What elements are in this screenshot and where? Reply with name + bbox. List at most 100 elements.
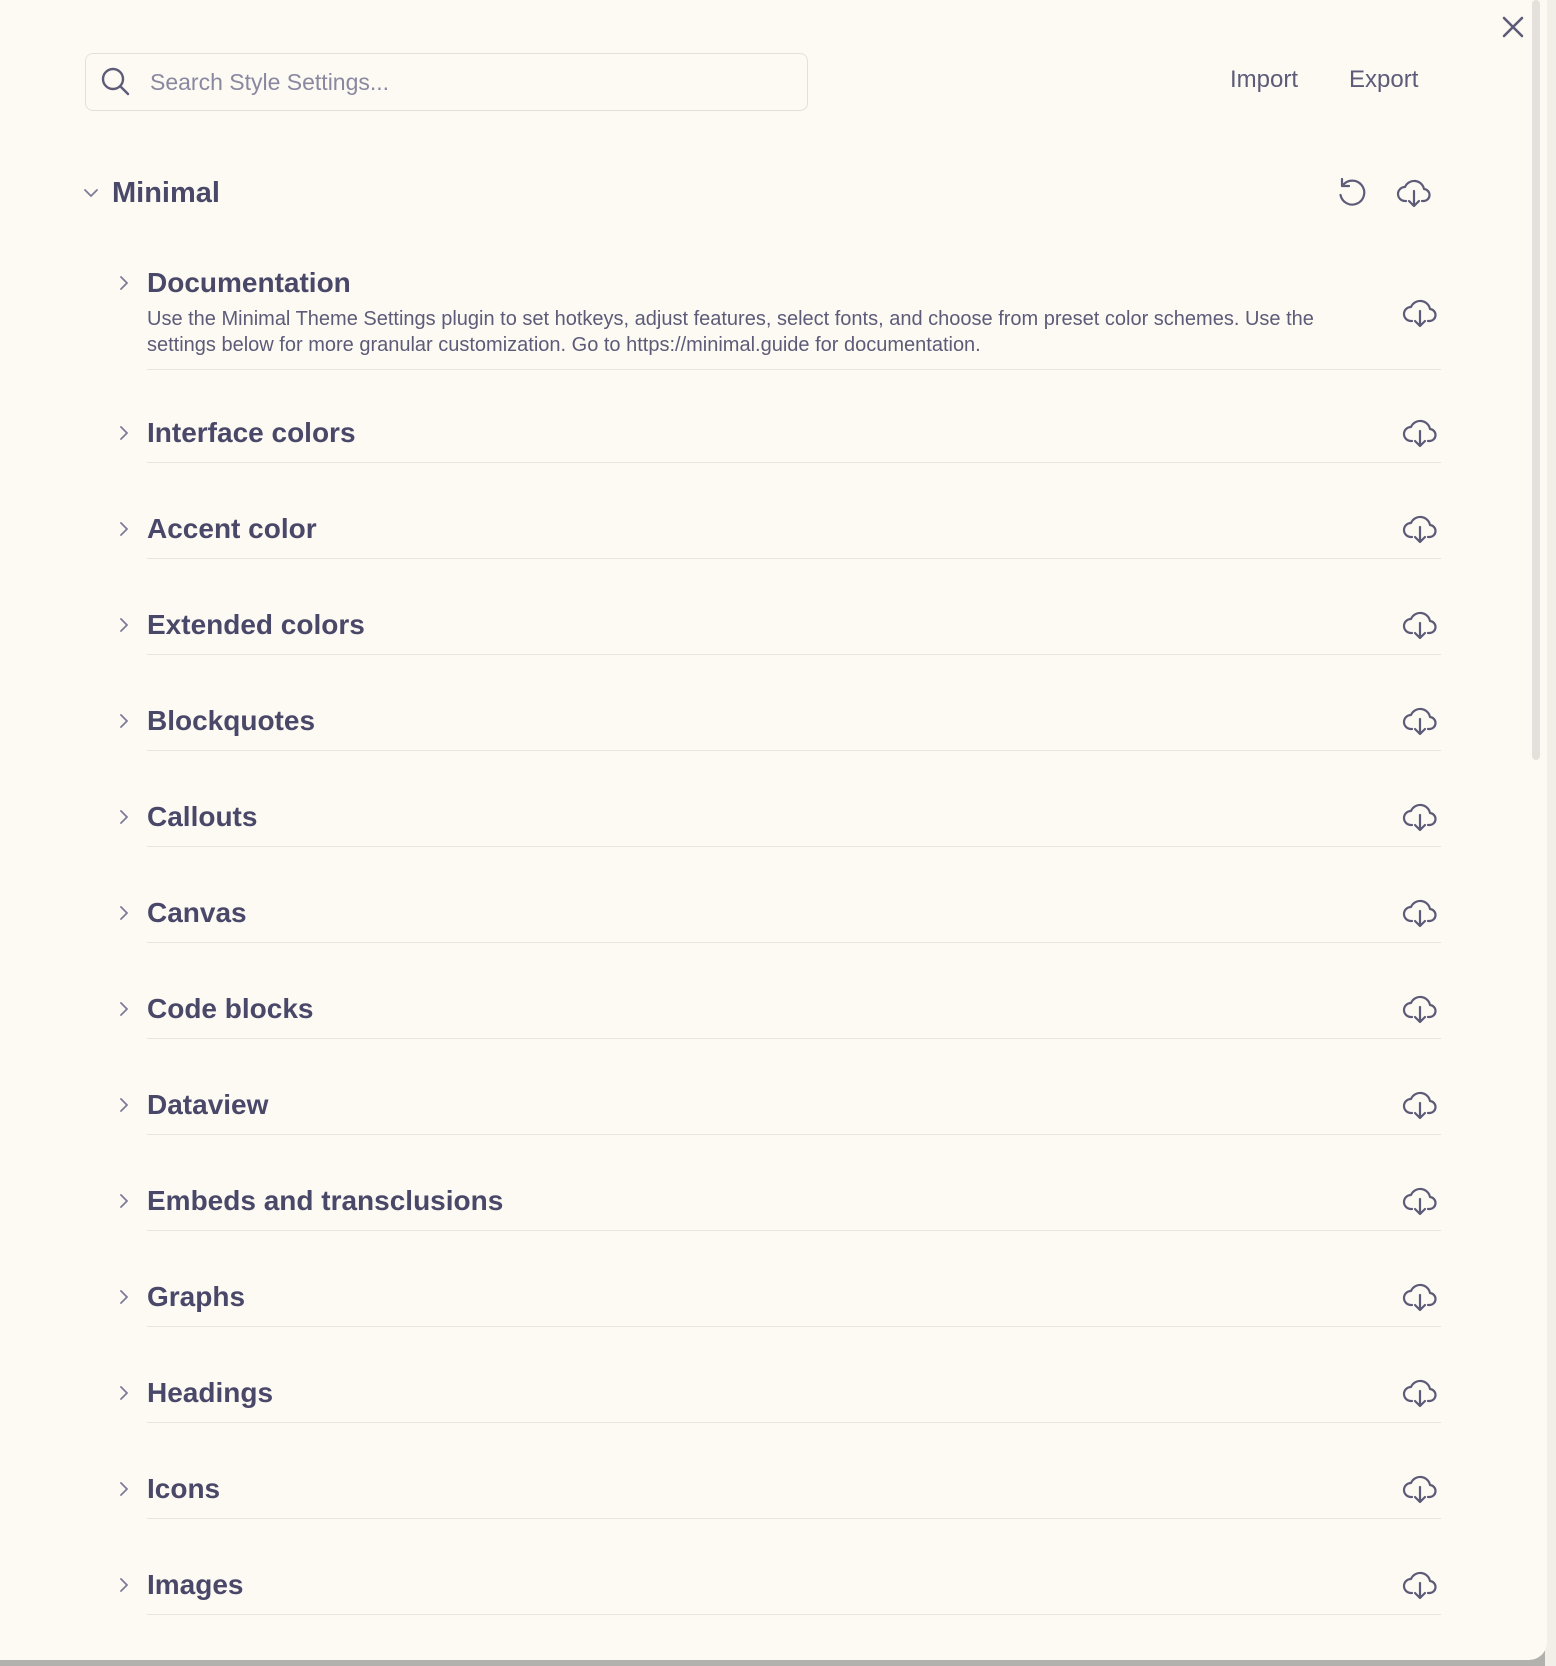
export-item-button[interactable] (1400, 797, 1440, 837)
cloud-download-icon (1402, 1283, 1437, 1312)
settings-item-title: Callouts (147, 801, 258, 832)
settings-item-code-blocks[interactable]: Code blocks (110, 989, 1441, 1039)
cloud-download-icon (1402, 611, 1437, 640)
export-item-button[interactable] (1400, 701, 1440, 741)
search-icon (101, 67, 130, 96)
divider (147, 1518, 1441, 1519)
expand-toggle[interactable] (110, 800, 138, 834)
cloud-download-icon (1402, 1571, 1437, 1600)
section-header-minimal[interactable]: Minimal (82, 170, 1442, 216)
expand-toggle[interactable] (110, 896, 138, 930)
settings-item-dataview[interactable]: Dataview (110, 1085, 1441, 1135)
expand-toggle[interactable] (110, 1184, 138, 1218)
cloud-download-icon (1402, 419, 1437, 448)
settings-item-interface-colors[interactable]: Interface colors (110, 413, 1441, 463)
expand-toggle[interactable] (110, 992, 138, 1026)
cloud-download-icon (1402, 1475, 1437, 1504)
settings-item-description: Use the Minimal Theme Settings plugin to… (147, 308, 1314, 356)
expand-toggle[interactable] (110, 608, 138, 642)
export-item-button[interactable] (1400, 1373, 1440, 1413)
cloud-download-icon (1402, 1187, 1437, 1216)
settings-item-title: Icons (147, 1473, 221, 1504)
expand-toggle[interactable] (110, 416, 138, 450)
close-button[interactable] (1498, 12, 1528, 42)
settings-item-headings[interactable]: Headings (110, 1373, 1441, 1423)
divider (147, 846, 1441, 847)
settings-item-embeds-and-transclusions[interactable]: Embeds and transclusions (110, 1181, 1441, 1231)
settings-item-images[interactable]: Images (110, 1565, 1441, 1615)
settings-item-title: Graphs (147, 1281, 246, 1312)
export-item-button[interactable] (1400, 1565, 1440, 1605)
expand-toggle[interactable] (110, 1088, 138, 1122)
export-item-button[interactable] (1400, 509, 1440, 549)
expand-toggle[interactable] (110, 1568, 138, 1602)
chevron-right-icon (120, 1194, 128, 1208)
settings-item-canvas[interactable]: Canvas (110, 893, 1441, 943)
divider (147, 1422, 1441, 1423)
expand-toggle[interactable] (110, 1472, 138, 1506)
chevron-right-icon (120, 1578, 128, 1592)
divider (147, 558, 1441, 559)
expand-toggle[interactable] (110, 512, 138, 546)
settings-item-title: Blockquotes (147, 705, 316, 736)
export-item-button[interactable] (1400, 1085, 1440, 1125)
chevron-right-icon (120, 906, 128, 920)
cloud-download-icon (1402, 515, 1437, 544)
export-item-button[interactable] (1400, 413, 1440, 453)
cloud-download-icon (1402, 299, 1437, 328)
export-item-button[interactable] (1400, 293, 1440, 333)
close-icon (1502, 16, 1524, 38)
expand-toggle[interactable] (110, 266, 138, 300)
cloud-download-icon (1402, 707, 1437, 736)
divider (147, 1230, 1441, 1231)
settings-item-accent-color[interactable]: Accent color (110, 509, 1441, 559)
search-input[interactable] (150, 68, 770, 96)
cloud-download-icon (1402, 1091, 1437, 1120)
divider (147, 942, 1441, 943)
settings-item-graphs[interactable]: Graphs (110, 1277, 1441, 1327)
settings-item-blockquotes[interactable]: Blockquotes (110, 701, 1441, 751)
chevron-right-icon (120, 810, 128, 824)
cloud-download-icon (1396, 179, 1431, 208)
settings-item-title: Accent color (147, 513, 317, 544)
chevron-right-icon (120, 1482, 128, 1496)
cloud-download-icon (1402, 995, 1437, 1024)
settings-item-extended-colors[interactable]: Extended colors (110, 605, 1441, 655)
export-item-button[interactable] (1400, 893, 1440, 933)
export-item-button[interactable] (1400, 605, 1440, 645)
search-field (85, 53, 808, 111)
cloud-download-icon (1402, 899, 1437, 928)
export-item-button[interactable] (1400, 989, 1440, 1029)
settings-item-documentation[interactable]: Documentation Use the Minimal Theme Sett… (110, 266, 1441, 370)
settings-item-title: Code blocks (147, 993, 314, 1024)
expand-toggle[interactable] (110, 704, 138, 738)
chevron-right-icon (120, 1002, 128, 1016)
chevron-right-icon (120, 1386, 128, 1400)
chevron-down-icon (84, 189, 98, 197)
settings-item-title: Dataview (147, 1089, 269, 1120)
divider (147, 369, 1441, 370)
divider (147, 750, 1441, 751)
export-item-button[interactable] (1400, 1277, 1440, 1317)
export-button[interactable]: Export (1349, 66, 1418, 94)
export-item-button[interactable] (1400, 1469, 1440, 1509)
settings-item-title: Headings (147, 1377, 274, 1408)
divider (147, 1038, 1441, 1039)
chevron-right-icon (120, 522, 128, 536)
export-item-button[interactable] (1400, 1181, 1440, 1221)
settings-item-icons[interactable]: Icons (110, 1469, 1441, 1519)
expand-toggle[interactable] (110, 1280, 138, 1314)
style-settings-modal: Import Export Minimal Documentation Use … (0, 0, 1547, 1660)
settings-item-callouts[interactable]: Callouts (110, 797, 1441, 847)
export-section-button[interactable] (1395, 174, 1433, 212)
divider (147, 1326, 1441, 1327)
reset-button[interactable] (1333, 174, 1371, 212)
scrollbar-thumb[interactable] (1532, 0, 1540, 760)
chevron-right-icon (120, 276, 128, 290)
settings-item-title: Extended colors (147, 609, 365, 640)
expand-toggle[interactable] (110, 1376, 138, 1410)
section-title: Minimal (112, 176, 220, 209)
settings-item-title: Interface colors (147, 417, 356, 448)
chevron-right-icon (120, 714, 128, 728)
import-button[interactable]: Import (1230, 66, 1298, 94)
